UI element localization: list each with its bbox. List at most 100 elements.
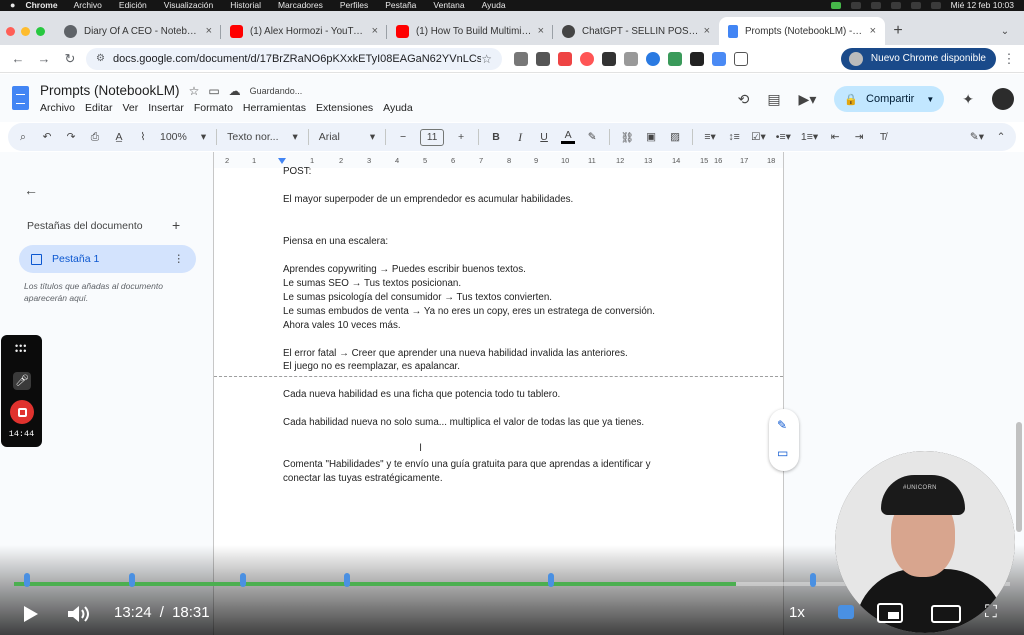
- docs-menu-herramientas[interactable]: Herramientas: [243, 102, 306, 114]
- increase-indent-icon[interactable]: ⇥: [852, 131, 866, 143]
- chapter-marker[interactable]: [24, 573, 30, 587]
- close-tab-icon[interactable]: ×: [372, 25, 378, 37]
- browser-tab[interactable]: (1) Alex Hormozi - YouTube ×: [221, 17, 387, 45]
- menu-historial[interactable]: Historial: [230, 0, 261, 11]
- chapter-marker[interactable]: [810, 573, 816, 587]
- undo-icon[interactable]: ↶: [40, 131, 54, 143]
- close-tab-icon[interactable]: ×: [870, 25, 876, 37]
- chapter-marker[interactable]: [548, 573, 554, 587]
- menu-ventana[interactable]: Ventana: [433, 0, 464, 11]
- chapter-marker[interactable]: [240, 573, 246, 587]
- wifi-icon[interactable]: [890, 2, 901, 9]
- italic-icon[interactable]: I: [513, 130, 527, 145]
- chevron-down-icon[interactable]: ▼: [926, 95, 934, 104]
- doc-line[interactable]: Le sumas psicología del consumidor → Tus…: [283, 292, 552, 303]
- spellcheck-icon[interactable]: A̲: [112, 131, 126, 143]
- chrome-update-button[interactable]: Nuevo Chrome disponible: [840, 47, 996, 70]
- battery-icon[interactable]: [910, 2, 921, 9]
- add-comment-icon[interactable]: ▣: [644, 131, 658, 143]
- menu-archivo[interactable]: Archivo: [74, 0, 102, 11]
- align-icon[interactable]: ≡▾: [703, 131, 717, 143]
- apple-icon[interactable]: ●: [10, 0, 15, 11]
- maximize-window-icon[interactable]: [36, 26, 45, 36]
- user-avatar[interactable]: [992, 88, 1014, 110]
- extension-icon[interactable]: [536, 51, 550, 66]
- indent-marker-icon[interactable]: [278, 158, 286, 164]
- insert-image-icon[interactable]: ▨: [668, 131, 682, 143]
- url-text[interactable]: docs.google.com/document/d/17BrZRaNO6pKX…: [113, 53, 481, 65]
- browser-tab[interactable]: ChatGPT - SELLIN POST 2.0 ×: [553, 17, 719, 45]
- doc-line[interactable]: conectar las tuyas estratégicamente.: [283, 473, 443, 484]
- docs-menu-formato[interactable]: Formato: [194, 102, 233, 114]
- add-tab-icon[interactable]: +: [172, 217, 180, 233]
- status-icon[interactable]: [870, 2, 881, 9]
- play-icon[interactable]: [24, 606, 38, 622]
- bold-icon[interactable]: B: [489, 131, 503, 143]
- bookmark-star-icon[interactable]: ☆: [481, 52, 492, 66]
- doc-line[interactable]: Comenta "Habilidades" y te envío una guí…: [283, 459, 651, 470]
- url-bar[interactable]: ⚙ docs.google.com/document/d/17BrZRaNO6p…: [86, 47, 502, 70]
- add-comment-icon[interactable]: ▭: [777, 446, 788, 460]
- menu-ayuda[interactable]: Ayuda: [482, 0, 506, 11]
- increase-font-size-icon[interactable]: +: [454, 131, 468, 143]
- collapse-menus-icon[interactable]: ⌃: [994, 131, 1008, 143]
- site-info-icon[interactable]: ⚙: [96, 53, 105, 64]
- doc-line[interactable]: El error fatal → Creer que aprender una …: [283, 348, 628, 359]
- doc-line[interactable]: Cada nueva habilidad es una ficha que po…: [283, 389, 560, 400]
- text-color-icon[interactable]: A: [561, 130, 576, 144]
- menu-edicion[interactable]: Edición: [119, 0, 147, 11]
- gemini-spark-icon[interactable]: ✦: [962, 91, 974, 108]
- volume-icon[interactable]: [66, 604, 92, 624]
- camera-extension-icon[interactable]: [514, 51, 528, 66]
- minimize-window-icon[interactable]: [21, 26, 30, 36]
- more-options-icon[interactable]: ⋮: [174, 253, 185, 265]
- doc-title[interactable]: Prompts (NotebookLM): [40, 83, 180, 98]
- clear-formatting-icon[interactable]: T̸: [876, 131, 890, 143]
- menu-pestana[interactable]: Pestaña: [385, 0, 416, 11]
- highlight-icon[interactable]: ✎: [585, 131, 599, 143]
- print-icon[interactable]: ⎙: [88, 131, 102, 144]
- editing-mode-icon[interactable]: ✎▾: [970, 131, 984, 143]
- doc-line[interactable]: Le sumas embudos de venta → Ya no eres u…: [283, 306, 655, 317]
- docs-logo-icon[interactable]: [12, 86, 29, 110]
- line-spacing-icon[interactable]: ↕≡: [727, 131, 741, 143]
- numbered-list-icon[interactable]: 1≡▾: [801, 131, 818, 143]
- docs-menu-extensiones[interactable]: Extensiones: [316, 102, 373, 114]
- doc-line[interactable]: Piensa en una escalera:: [283, 236, 388, 247]
- docs-menu-ver[interactable]: Ver: [122, 102, 138, 114]
- chapter-marker[interactable]: [344, 573, 350, 587]
- comments-icon[interactable]: ▤: [767, 91, 780, 108]
- menu-clock[interactable]: Mié 12 feb 10:03: [951, 0, 1014, 11]
- history-icon[interactable]: ⟲: [738, 91, 750, 108]
- browser-tab[interactable]: (1) How To Build Multimillion ... ×: [387, 17, 553, 45]
- doc-line[interactable]: Aprendes copywriting → Puedes escribir b…: [283, 264, 526, 275]
- share-button[interactable]: 🔒 Compartir ▼: [834, 86, 945, 112]
- decrease-font-size-icon[interactable]: −: [396, 131, 410, 143]
- doc-line[interactable]: Cada habilidad nueva no solo suma... mul…: [283, 417, 644, 428]
- close-tab-icon[interactable]: ×: [538, 25, 544, 37]
- status-icon-green[interactable]: [830, 2, 841, 9]
- close-tab-icon[interactable]: ×: [704, 25, 710, 37]
- bulleted-list-icon[interactable]: •≡▾: [776, 131, 791, 143]
- forward-arrow-icon[interactable]: →: [34, 51, 54, 66]
- stop-recording-button[interactable]: [10, 400, 34, 424]
- extension-icon[interactable]: [646, 51, 660, 66]
- style-select[interactable]: Texto nor... ▾: [227, 131, 298, 143]
- doc-line[interactable]: Le sumas SEO → Tus textos posicionan.: [283, 278, 461, 289]
- captions-icon[interactable]: [838, 605, 854, 619]
- extension-icon[interactable]: [690, 51, 704, 66]
- underline-icon[interactable]: U: [537, 131, 551, 143]
- back-arrow-icon[interactable]: ←: [24, 182, 38, 198]
- star-icon[interactable]: ☆: [189, 84, 200, 98]
- menu-perfiles[interactable]: Perfiles: [340, 0, 368, 11]
- link-icon[interactable]: ⛓: [620, 131, 634, 144]
- doc-line[interactable]: POST:: [283, 166, 311, 177]
- theater-mode-icon[interactable]: [931, 605, 961, 623]
- drag-handle-icon[interactable]: ••• •••: [15, 342, 27, 356]
- docs-menu-ayuda[interactable]: Ayuda: [383, 102, 413, 114]
- meet-icon[interactable]: ▶▾: [799, 91, 817, 108]
- paint-format-icon[interactable]: ⌇: [136, 131, 150, 143]
- new-tab-button[interactable]: +: [885, 17, 911, 45]
- chrome-menu-icon[interactable]: ⋮: [1002, 51, 1016, 67]
- menu-marcadores[interactable]: Marcadores: [278, 0, 323, 11]
